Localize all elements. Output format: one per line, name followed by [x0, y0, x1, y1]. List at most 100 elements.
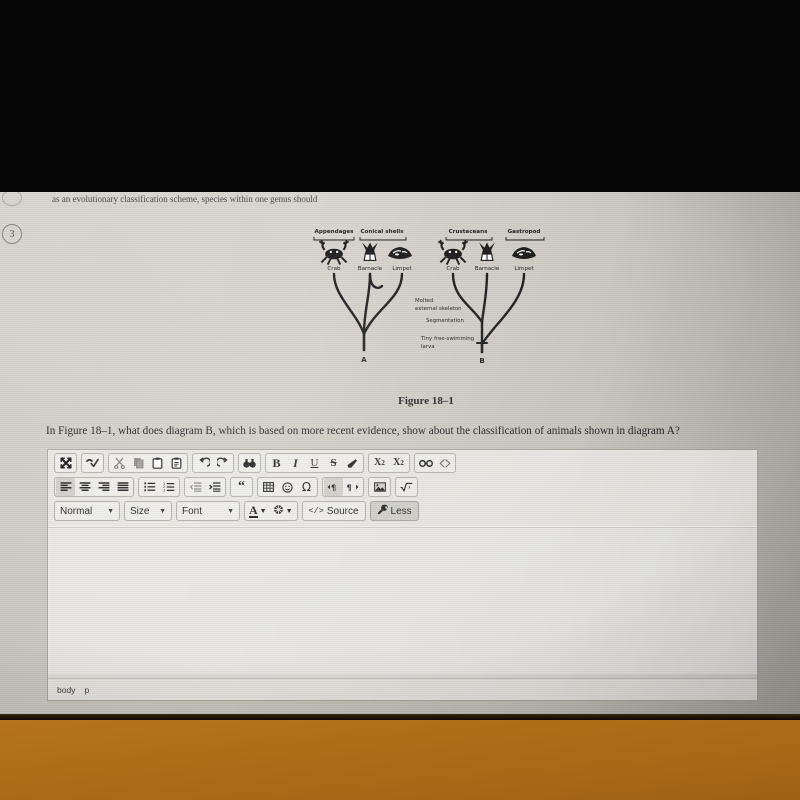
worksheet-page: as an evolutionary classification scheme… [0, 192, 800, 720]
element-path-p[interactable]: p [84, 685, 89, 695]
question-number-marker: 3 [2, 224, 22, 244]
image-icon[interactable] [370, 478, 389, 496]
svg-text:Segmentation: Segmentation [426, 318, 464, 324]
toolbar-group-align [54, 477, 134, 497]
source-code-icon: </> [308, 506, 324, 516]
clipboard-icon[interactable] [148, 454, 167, 472]
indent-icon[interactable] [205, 478, 224, 496]
undo-icon[interactable] [194, 454, 213, 472]
toolbar-group-basic-styles: B I U S [265, 453, 364, 473]
rich-text-editor[interactable]: B I U S X2 X2 1 2 3 “ Ω ¶ ¶ x Normal ▼ S… [47, 449, 758, 701]
question-prompt: In Figure 18–1, what does diagram B, whi… [46, 425, 680, 437]
source-button[interactable]: </> Source [301, 501, 366, 521]
eraser-icon[interactable] [343, 454, 362, 472]
redo-icon[interactable] [213, 454, 232, 472]
chevron-down-icon: ▼ [107, 507, 114, 515]
figure-caption: Figure 18–1 [398, 395, 454, 407]
toolbar-group-spellcheck [81, 453, 104, 473]
bold-icon[interactable]: B [267, 454, 286, 472]
toolbar-group-history [192, 453, 234, 473]
toolbar-group-script: X2 X2 [368, 453, 410, 473]
italic-icon[interactable]: I [286, 454, 305, 472]
toolbar-row-1: B I U S X2 X2 [54, 452, 754, 474]
spellcheck-icon[interactable] [83, 454, 102, 472]
editor-content-area[interactable] [48, 526, 757, 674]
paragraph-format-dropdown[interactable]: Normal ▼ [54, 501, 120, 521]
font-size-dropdown[interactable]: Size ▼ [124, 501, 172, 521]
question-number-above-marker [2, 192, 22, 206]
svg-text:Conical shells: Conical shells [360, 229, 404, 235]
svg-text:A: A [361, 356, 367, 364]
maximize-icon[interactable] [56, 454, 75, 472]
editor-element-path: body p [48, 678, 757, 700]
svg-text:3: 3 [163, 489, 165, 492]
font-size-value: Size [130, 505, 150, 517]
background-color-button[interactable]: ▼ [270, 502, 296, 520]
toolbar-row-2: 1 2 3 “ Ω ¶ ¶ x [54, 476, 754, 498]
svg-text:Limpet: Limpet [514, 266, 534, 272]
rtl-icon[interactable]: ¶ [343, 478, 362, 496]
align-left-icon[interactable] [56, 478, 75, 496]
copy-icon[interactable] [129, 454, 148, 472]
binoculars-icon[interactable] [240, 454, 259, 472]
toolbar-less-button[interactable]: Less [369, 501, 419, 521]
source-button-label: Source [326, 505, 359, 517]
laptop-bottom-bezel: MacBook Air [0, 720, 800, 800]
toolbar-group-math: x [395, 477, 418, 497]
text-color-button[interactable]: A ▼ [246, 502, 270, 520]
element-path-body[interactable]: body [57, 685, 75, 695]
numbered-list-icon[interactable]: 1 2 3 [159, 478, 178, 496]
smiley-icon[interactable] [278, 478, 297, 496]
quote-icon[interactable]: “ [232, 478, 251, 496]
cut-off-previous-line: as an evolutionary classification scheme… [52, 194, 318, 204]
photo-black-band [0, 0, 800, 196]
clipboard-text-icon[interactable] [167, 454, 186, 472]
chevron-down-icon: ▼ [227, 507, 234, 515]
align-right-icon[interactable] [94, 478, 113, 496]
toolbar-group-lists: 1 2 3 [138, 477, 180, 497]
font-family-dropdown[interactable]: Font ▼ [176, 501, 240, 521]
toolbar-group-indent [184, 477, 226, 497]
chevron-down-icon: ▼ [159, 507, 166, 515]
bg-color-icon [273, 504, 284, 519]
text-color-icon: A [249, 502, 258, 518]
superscript-icon[interactable]: X2 [370, 454, 389, 472]
paragraph-format-value: Normal [60, 505, 93, 517]
subscript-icon[interactable]: X2 [389, 454, 408, 472]
omega-icon[interactable]: Ω [297, 478, 316, 496]
svg-text:external skeleton: external skeleton [415, 306, 462, 312]
font-family-value: Font [182, 505, 203, 517]
chevron-down-icon: ▼ [259, 507, 267, 515]
svg-text:Appendages: Appendages [314, 229, 354, 235]
toolbar-group-find [238, 453, 261, 473]
figure-18-1: Appendages Conical shells Crab Barnacle … [296, 226, 556, 386]
svg-text:Molted: Molted [415, 298, 433, 304]
strikethrough-icon[interactable]: S [324, 454, 343, 472]
scissors-icon[interactable] [110, 454, 129, 472]
link-icon[interactable] [416, 454, 435, 472]
toolbar-group-links [414, 453, 456, 473]
toolbar-group-insert: Ω [257, 477, 318, 497]
outdent-icon[interactable] [186, 478, 205, 496]
svg-text:Barnacle: Barnacle [358, 266, 383, 272]
svg-text:¶: ¶ [347, 483, 352, 492]
chevron-down-icon: ▼ [285, 507, 293, 515]
svg-text:Limpet: Limpet [392, 266, 412, 272]
unlink-icon[interactable] [435, 454, 454, 472]
bulleted-list-icon[interactable] [140, 478, 159, 496]
toolbar-less-label: Less [390, 505, 412, 517]
toolbar-group-colors: A ▼ ▼ [244, 501, 298, 521]
laptop-screen: as an evolutionary classification scheme… [0, 192, 800, 720]
svg-text:x: x [408, 485, 411, 490]
toolbar-group-document [54, 453, 77, 473]
wrench-icon [377, 504, 388, 518]
sqrt-icon[interactable]: x [397, 478, 416, 496]
ltr-icon[interactable]: ¶ [324, 478, 343, 496]
align-center-icon[interactable] [75, 478, 94, 496]
table-icon[interactable] [259, 478, 278, 496]
align-justify-icon[interactable] [113, 478, 132, 496]
underline-icon[interactable]: U [305, 454, 324, 472]
svg-text:larva: larva [421, 344, 435, 350]
svg-text:B: B [479, 357, 484, 365]
svg-text:Crab: Crab [446, 266, 460, 272]
